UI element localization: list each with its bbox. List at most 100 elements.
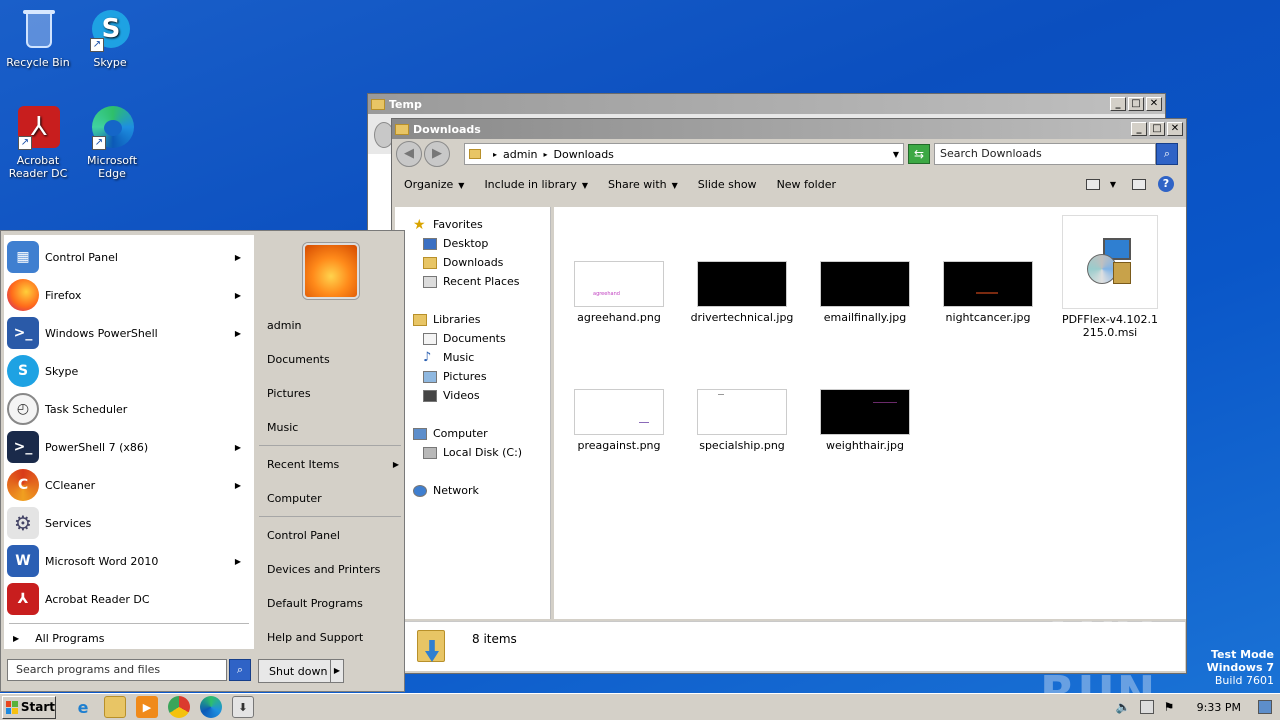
nav-music[interactable]: ♪ Music [413, 348, 550, 367]
desktop-icon-recycle-bin[interactable]: Recycle Bin [0, 8, 76, 69]
program-acrobat[interactable]: ⅄ Acrobat Reader DC [7, 581, 251, 617]
file-item[interactable]: agreehand agreehand.png [564, 261, 674, 324]
search-input[interactable]: Search Downloads [934, 143, 1156, 165]
nav-favorites[interactable]: ★ Favorites [413, 215, 550, 234]
preview-pane-icon[interactable] [1132, 178, 1146, 190]
desktop-icon-edge[interactable]: ↗ Microsoft Edge [74, 106, 150, 180]
file-item[interactable]: weighthair.jpg [810, 389, 920, 452]
installer-icon[interactable]: ⬇ [232, 696, 254, 718]
nav-pictures[interactable]: Pictures [413, 367, 550, 386]
breadcrumb-downloads[interactable]: Downloads [554, 148, 614, 161]
all-programs-button[interactable]: ▶ All Programs [7, 623, 251, 653]
nav-videos[interactable]: Videos [413, 386, 550, 405]
nav-libraries[interactable]: Libraries [413, 310, 550, 329]
image-thumbnail [697, 389, 787, 435]
back-button[interactable]: ◀ [396, 141, 422, 167]
recent-items-label: Recent Items [267, 458, 340, 471]
shortcut-arrow-icon: ↗ [92, 136, 106, 150]
maximize-button[interactable]: □ [1128, 97, 1144, 111]
start-devices-printers[interactable]: Devices and Printers [267, 563, 380, 576]
share-with-button[interactable]: Share with ▼ [608, 178, 678, 191]
help-icon[interactable]: ? [1158, 176, 1174, 192]
organize-button[interactable]: Organize ▼ [404, 178, 464, 191]
forward-button[interactable]: ▶ [424, 141, 450, 167]
nav-label: Favorites [433, 218, 483, 231]
desktop-icon-skype[interactable]: S ↗ Skype [72, 8, 148, 69]
program-control-panel[interactable]: ▦ Control Panel ▶ [7, 239, 251, 275]
thumbnail-caption: agreehand [593, 291, 620, 297]
nav-recent-places[interactable]: Recent Places [413, 272, 550, 291]
chevron-right-icon: ▶ [234, 556, 241, 566]
nav-downloads[interactable]: Downloads [413, 253, 550, 272]
start-documents[interactable]: Documents [267, 353, 330, 366]
program-windows-powershell[interactable]: >_ Windows PowerShell ▶ [7, 315, 251, 351]
chevron-down-icon[interactable]: ▼ [1110, 180, 1116, 189]
flag-icon[interactable]: ⚑ [1164, 700, 1178, 714]
libraries-icon [413, 313, 427, 326]
file-item[interactable]: emailfinally.jpg [810, 261, 920, 324]
close-button[interactable]: ✕ [1146, 97, 1162, 111]
desktop-icon-acrobat[interactable]: ⅄ ↗ Acrobat Reader DC [0, 106, 76, 180]
start-recent-items[interactable]: Recent Items ▶ [267, 458, 399, 471]
file-item[interactable]: PDFFlex-v4.102.1215.0.msi [1055, 215, 1165, 339]
nav-computer[interactable]: Computer [413, 424, 550, 443]
downloads-titlebar[interactable]: Downloads _ □ ✕ [392, 119, 1186, 139]
downloads-window[interactable]: Downloads _ □ ✕ ◀ ▶ ▸ admin ▸ Downloads … [391, 118, 1187, 674]
new-folder-button[interactable]: New folder [777, 178, 836, 191]
search-button[interactable]: ⌕ [1156, 143, 1178, 165]
start-pictures[interactable]: Pictures [267, 387, 311, 400]
start-search-input[interactable]: Search programs and files [7, 659, 227, 681]
program-skype[interactable]: S Skype [7, 353, 251, 389]
network-icon [413, 484, 427, 497]
shutdown-options-icon[interactable]: ▶ [331, 660, 343, 682]
network-tray-icon[interactable] [1139, 700, 1154, 714]
volume-icon[interactable]: 🔈 [1116, 700, 1131, 714]
show-desktop-icon[interactable] [1258, 700, 1272, 714]
program-firefox[interactable]: Firefox ▶ [7, 277, 251, 313]
start-control-panel[interactable]: Control Panel [267, 529, 340, 542]
change-view-icon[interactable] [1085, 178, 1100, 190]
start-default-programs[interactable]: Default Programs [267, 597, 363, 610]
include-in-library-button[interactable]: Include in library ▼ [484, 178, 588, 191]
command-bar: Organize ▼ Include in library ▼ Share with… [392, 169, 1186, 199]
shutdown-button[interactable]: Shut down ▶ [258, 659, 344, 683]
refresh-button[interactable]: ⇆ [908, 144, 930, 164]
minimize-button[interactable]: _ [1110, 97, 1126, 111]
address-bar[interactable]: ▸ admin ▸ Downloads ▼ [464, 143, 904, 165]
program-powershell-7[interactable]: >_ PowerShell 7 (x86) ▶ [7, 429, 251, 465]
nav-documents[interactable]: Documents [413, 329, 550, 348]
start-computer[interactable]: Computer [267, 492, 322, 505]
nav-local-disk[interactable]: Local Disk (C:) [413, 443, 550, 462]
start-music[interactable]: Music [267, 421, 298, 434]
search-icon[interactable]: ⌕ [229, 659, 251, 681]
program-ccleaner[interactable]: C CCleaner ▶ [7, 467, 251, 503]
file-item[interactable]: drivertechnical.jpg [687, 261, 797, 324]
breadcrumb-admin[interactable]: admin [503, 148, 537, 161]
start-user-admin[interactable]: admin [267, 319, 301, 332]
media-player-icon[interactable]: ▶ [136, 696, 158, 718]
start-button[interactable]: Start [2, 695, 56, 719]
file-item[interactable]: specialship.png [687, 389, 797, 452]
user-avatar[interactable] [303, 243, 359, 299]
close-button[interactable]: ✕ [1167, 122, 1183, 136]
file-item[interactable]: preagainst.png [564, 389, 674, 452]
internet-explorer-icon[interactable]: e [72, 696, 94, 718]
nav-network[interactable]: Network [413, 481, 550, 500]
desktop-icon [423, 237, 437, 250]
maximize-button[interactable]: □ [1149, 122, 1165, 136]
slide-show-button[interactable]: Slide show [698, 178, 757, 191]
chevron-down-icon[interactable]: ▼ [893, 150, 899, 159]
temp-titlebar[interactable]: Temp _ □ ✕ [368, 94, 1165, 114]
edge-icon[interactable] [200, 696, 222, 718]
explorer-icon[interactable] [104, 696, 126, 718]
program-word-2010[interactable]: W Microsoft Word 2010 ▶ [7, 543, 251, 579]
file-item[interactable]: nightcancer.jpg [933, 261, 1043, 324]
program-task-scheduler[interactable]: ◴ Task Scheduler [7, 391, 251, 427]
program-services[interactable]: ⚙ Services [7, 505, 251, 541]
clock[interactable]: 9:33 PM [1197, 701, 1241, 714]
chrome-icon[interactable] [168, 696, 190, 718]
all-programs-label: All Programs [35, 631, 105, 645]
minimize-button[interactable]: _ [1131, 122, 1147, 136]
start-help-support[interactable]: Help and Support [267, 631, 363, 644]
nav-desktop[interactable]: Desktop [413, 234, 550, 253]
